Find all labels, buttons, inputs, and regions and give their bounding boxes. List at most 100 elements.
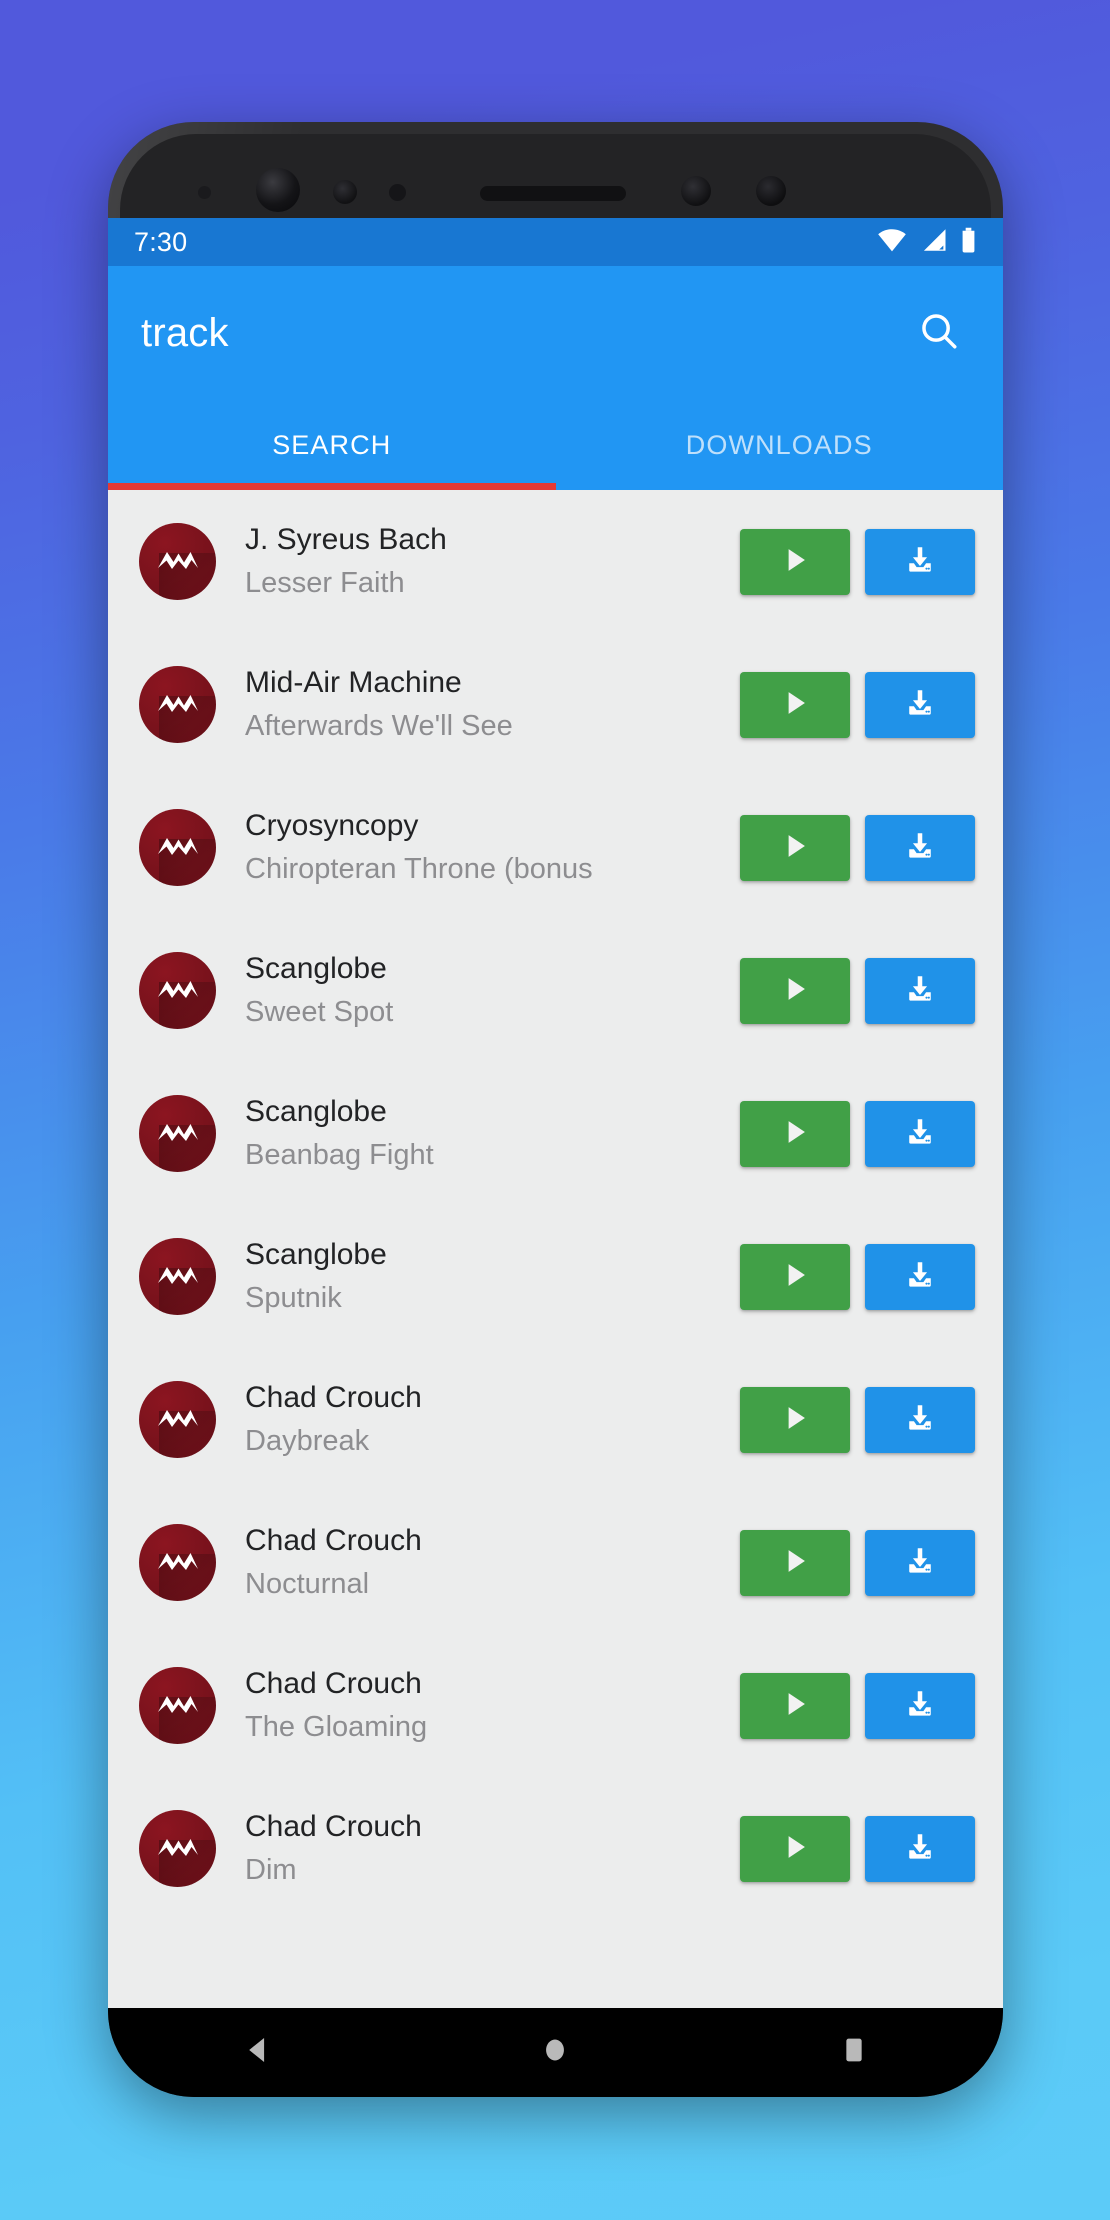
- play-button[interactable]: [740, 1243, 850, 1310]
- track-title: Beanbag Fight: [245, 1141, 434, 1170]
- track-list[interactable]: J. Syreus Bach Lesser Faith Mid-Air Machin…: [108, 490, 1003, 2008]
- play-icon: [778, 543, 812, 580]
- battery-icon: [960, 227, 977, 258]
- tab-active-indicator: [108, 483, 556, 490]
- front-camera-icon: [256, 168, 300, 212]
- track-row[interactable]: J. Syreus Bach Lesser Faith: [108, 490, 1003, 633]
- phone-screen: 7:30 track SEARCH DOWNLOADS J. Syreus Ba…: [108, 218, 1003, 2008]
- download-button[interactable]: [865, 1529, 975, 1596]
- track-artist: Chad Crouch: [245, 1526, 422, 1556]
- tab-search[interactable]: SEARCH: [108, 401, 556, 490]
- track-text: Scanglobe Sweet Spot: [245, 954, 740, 1027]
- download-button[interactable]: [865, 528, 975, 595]
- page-title: track: [141, 311, 229, 355]
- track-actions: [740, 1243, 975, 1310]
- download-button[interactable]: [865, 1243, 975, 1310]
- track-actions: [740, 528, 975, 595]
- play-icon: [778, 1830, 812, 1867]
- track-actions: [740, 814, 975, 881]
- download-icon: [903, 1830, 937, 1867]
- back-button[interactable]: [202, 2008, 312, 2097]
- track-avatar: [139, 1524, 216, 1601]
- play-icon: [778, 1687, 812, 1724]
- track-title: Chiropteran Throne (bonus: [245, 855, 593, 884]
- track-title: Daybreak: [245, 1427, 370, 1456]
- track-artist: Mid-Air Machine: [245, 668, 462, 698]
- recents-button[interactable]: [799, 2008, 909, 2097]
- play-button[interactable]: [740, 1386, 850, 1453]
- track-actions: [740, 671, 975, 738]
- track-artist: Scanglobe: [245, 1097, 387, 1127]
- android-navigation-bar: [108, 2008, 1003, 2097]
- track-text: Chad Crouch The Gloaming: [245, 1669, 740, 1742]
- track-artist: Cryosyncopy: [245, 811, 419, 841]
- track-row[interactable]: Chad Crouch Dim: [108, 1777, 1003, 1920]
- track-avatar: [139, 666, 216, 743]
- status-bar: 7:30: [108, 218, 1003, 266]
- download-button[interactable]: [865, 1386, 975, 1453]
- play-icon: [778, 972, 812, 1009]
- track-avatar: [139, 1095, 216, 1172]
- track-avatar: [139, 1238, 216, 1315]
- download-button[interactable]: [865, 1100, 975, 1167]
- earpiece-speaker-icon: [480, 186, 626, 201]
- download-icon: [903, 686, 937, 723]
- play-icon: [778, 1401, 812, 1438]
- track-row[interactable]: Scanglobe Sputnik: [108, 1205, 1003, 1348]
- download-icon: [903, 1258, 937, 1295]
- track-actions: [740, 1529, 975, 1596]
- track-text: Chad Crouch Nocturnal: [245, 1526, 740, 1599]
- tab-downloads[interactable]: DOWNLOADS: [556, 401, 1004, 490]
- search-button[interactable]: [907, 302, 971, 366]
- play-button[interactable]: [740, 1672, 850, 1739]
- track-title: Nocturnal: [245, 1570, 370, 1599]
- waveform-logo-icon: [157, 1123, 198, 1141]
- track-row[interactable]: Cryosyncopy Chiropteran Throne (bonus: [108, 776, 1003, 919]
- track-row[interactable]: Chad Crouch The Gloaming: [108, 1634, 1003, 1777]
- track-actions: [740, 1815, 975, 1882]
- download-button[interactable]: [865, 1815, 975, 1882]
- recents-icon: [837, 2033, 871, 2072]
- download-icon: [903, 829, 937, 866]
- track-avatar: [139, 523, 216, 600]
- download-button[interactable]: [865, 1672, 975, 1739]
- track-row[interactable]: Chad Crouch Daybreak: [108, 1348, 1003, 1491]
- track-artist: Scanglobe: [245, 1240, 387, 1270]
- play-button[interactable]: [740, 957, 850, 1024]
- track-avatar: [139, 1381, 216, 1458]
- back-icon: [240, 2033, 274, 2072]
- home-icon: [538, 2033, 572, 2072]
- waveform-logo-icon: [157, 694, 198, 712]
- track-text: Cryosyncopy Chiropteran Throne (bonus: [245, 811, 740, 884]
- status-bar-icons: [877, 227, 977, 258]
- track-avatar: [139, 1810, 216, 1887]
- track-row[interactable]: Scanglobe Beanbag Fight: [108, 1062, 1003, 1205]
- phone-device: 7:30 track SEARCH DOWNLOADS J. Syreus Ba…: [108, 122, 1003, 2097]
- track-text: Mid-Air Machine Afterwards We'll See: [245, 668, 740, 741]
- play-button[interactable]: [740, 814, 850, 881]
- phone-sensor-cluster: [108, 122, 1003, 218]
- download-button[interactable]: [865, 957, 975, 1024]
- play-button[interactable]: [740, 1815, 850, 1882]
- light-sensor-icon: [198, 186, 211, 199]
- track-row[interactable]: Mid-Air Machine Afterwards We'll See: [108, 633, 1003, 776]
- waveform-logo-icon: [157, 551, 198, 569]
- waveform-logo-icon: [157, 1838, 198, 1856]
- track-text: Scanglobe Beanbag Fight: [245, 1097, 740, 1170]
- track-actions: [740, 957, 975, 1024]
- track-avatar: [139, 1667, 216, 1744]
- track-title: The Gloaming: [245, 1713, 428, 1742]
- play-button[interactable]: [740, 528, 850, 595]
- play-button[interactable]: [740, 671, 850, 738]
- download-button[interactable]: [865, 814, 975, 881]
- track-row[interactable]: Chad Crouch Nocturnal: [108, 1491, 1003, 1634]
- play-button[interactable]: [740, 1529, 850, 1596]
- download-icon: [903, 1401, 937, 1438]
- download-button[interactable]: [865, 671, 975, 738]
- play-icon: [778, 686, 812, 723]
- track-row[interactable]: Scanglobe Sweet Spot: [108, 919, 1003, 1062]
- home-button[interactable]: [500, 2008, 610, 2097]
- track-text: Chad Crouch Dim: [245, 1812, 740, 1885]
- waveform-logo-icon: [157, 837, 198, 855]
- play-button[interactable]: [740, 1100, 850, 1167]
